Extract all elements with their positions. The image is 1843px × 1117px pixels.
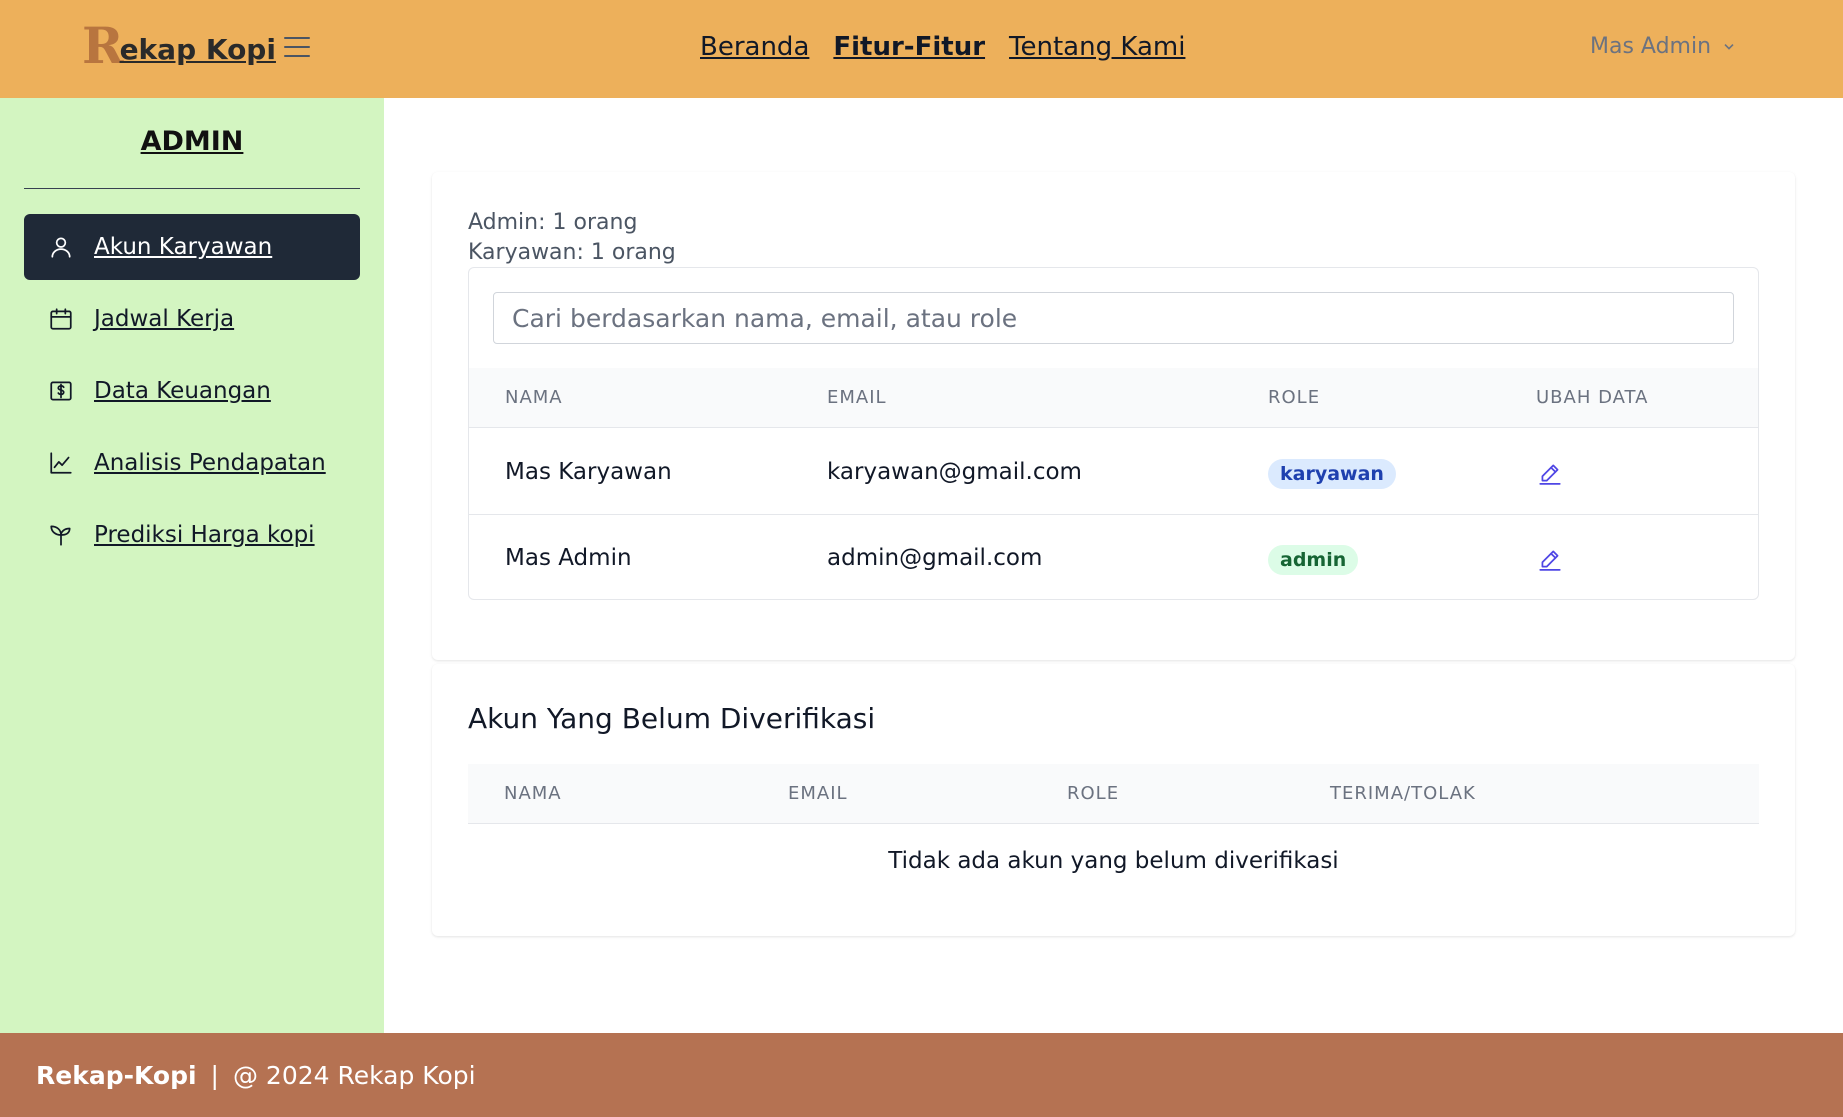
main-nav: Beranda Fitur-Fitur Tentang Kami	[700, 32, 1185, 62]
footer-brand: Rekap-Kopi	[36, 1060, 197, 1090]
nav-fitur-fitur[interactable]: Fitur-Fitur	[833, 32, 985, 62]
footer-separator: |	[210, 1060, 219, 1090]
nav-tentang-kami[interactable]: Tentang Kami	[1009, 32, 1185, 62]
table-header: NAMA EMAIL ROLE UBAH DATA	[469, 368, 1758, 428]
footer: Rekap-Kopi | @ 2024 Rekap Kopi	[0, 1033, 1843, 1117]
top-header: R ekap Kopi Beranda Fitur-Fitur Tentang …	[0, 0, 1843, 98]
search-input[interactable]	[493, 292, 1734, 344]
employee-accounts-card: Admin: 1 orang Karyawan: 1 orang NAMA EM…	[432, 172, 1795, 660]
sidebar-item-label: Data Keuangan	[94, 378, 271, 404]
column-header-role: ROLE	[1067, 783, 1120, 804]
column-header-nama: NAMA	[504, 783, 562, 804]
chevron-down-icon	[1724, 43, 1734, 50]
cell-nama: Mas Karyawan	[505, 459, 672, 485]
empty-state-message: Tidak ada akun yang belum diverifikasi	[888, 848, 1339, 874]
role-badge: karyawan	[1268, 459, 1396, 489]
logo-mark: R	[82, 16, 124, 75]
user-menu-dropdown[interactable]: Mas Admin	[1590, 34, 1737, 59]
edit-icon[interactable]	[1537, 546, 1563, 572]
table-row: Mas Karyawan karyawan@gmail.com karyawan	[469, 429, 1758, 515]
cell-email: karyawan@gmail.com	[827, 459, 1082, 485]
column-header-ubah-data: UBAH DATA	[1536, 387, 1649, 408]
table-header: NAMA EMAIL ROLE TERIMA/TOLAK	[468, 764, 1759, 824]
user-name: Mas Admin	[1590, 34, 1712, 59]
column-header-role: ROLE	[1268, 387, 1321, 408]
table-row: Mas Admin admin@gmail.com admin	[469, 515, 1758, 599]
sidebar-item-jadwal-kerja[interactable]: Jadwal Kerja	[24, 286, 360, 352]
sprout-icon	[48, 522, 74, 548]
unverified-accounts-card: Akun Yang Belum Diverifikasi NAMA EMAIL …	[432, 664, 1795, 936]
sidebar-item-prediksi-harga-kopi[interactable]: Prediksi Harga kopi	[24, 502, 360, 568]
karyawan-count: Karyawan: 1 orang	[468, 240, 676, 265]
logo[interactable]: R ekap Kopi	[82, 16, 276, 75]
dollar-bill-icon	[48, 378, 74, 404]
sidebar-item-analisis-pendapatan[interactable]: Analisis Pendapatan	[24, 430, 360, 496]
footer-copyright: @ 2024 Rekap Kopi	[232, 1060, 476, 1090]
cell-nama: Mas Admin	[505, 545, 632, 571]
sidebar-item-label: Prediksi Harga kopi	[94, 522, 315, 548]
sidebar-item-label: Akun Karyawan	[94, 234, 273, 260]
sidebar-title: ADMIN	[140, 126, 244, 157]
cell-email: admin@gmail.com	[827, 545, 1043, 571]
column-header-email: EMAIL	[827, 387, 887, 408]
column-header-nama: NAMA	[505, 387, 563, 408]
section-title: Akun Yang Belum Diverifikasi	[468, 702, 876, 735]
edit-icon[interactable]	[1537, 460, 1563, 486]
admin-count: Admin: 1 orang	[468, 210, 638, 235]
nav-beranda[interactable]: Beranda	[700, 32, 809, 62]
line-chart-icon	[48, 450, 74, 476]
column-header-email: EMAIL	[788, 783, 848, 804]
users-table: NAMA EMAIL ROLE UBAH DATA Mas Karyawan k…	[468, 267, 1759, 600]
column-header-terima-tolak: TERIMA/TOLAK	[1330, 783, 1476, 804]
hamburger-menu-icon[interactable]	[284, 34, 310, 60]
calendar-icon	[48, 306, 74, 332]
role-badge: admin	[1268, 545, 1359, 575]
sidebar-item-data-keuangan[interactable]: Data Keuangan	[24, 358, 360, 424]
sidebar-divider	[24, 188, 360, 189]
sidebar-item-label: Analisis Pendapatan	[94, 450, 326, 476]
user-icon	[48, 234, 74, 260]
sidebar-item-label: Jadwal Kerja	[94, 306, 235, 332]
sidebar: ADMIN Akun Karyawan Jadwal Kerja Data Ke…	[0, 98, 384, 1033]
logo-text: ekap Kopi	[119, 33, 276, 66]
role-summary: Admin: 1 orang Karyawan: 1 orang	[468, 208, 676, 268]
sidebar-item-akun-karyawan[interactable]: Akun Karyawan	[24, 214, 360, 280]
